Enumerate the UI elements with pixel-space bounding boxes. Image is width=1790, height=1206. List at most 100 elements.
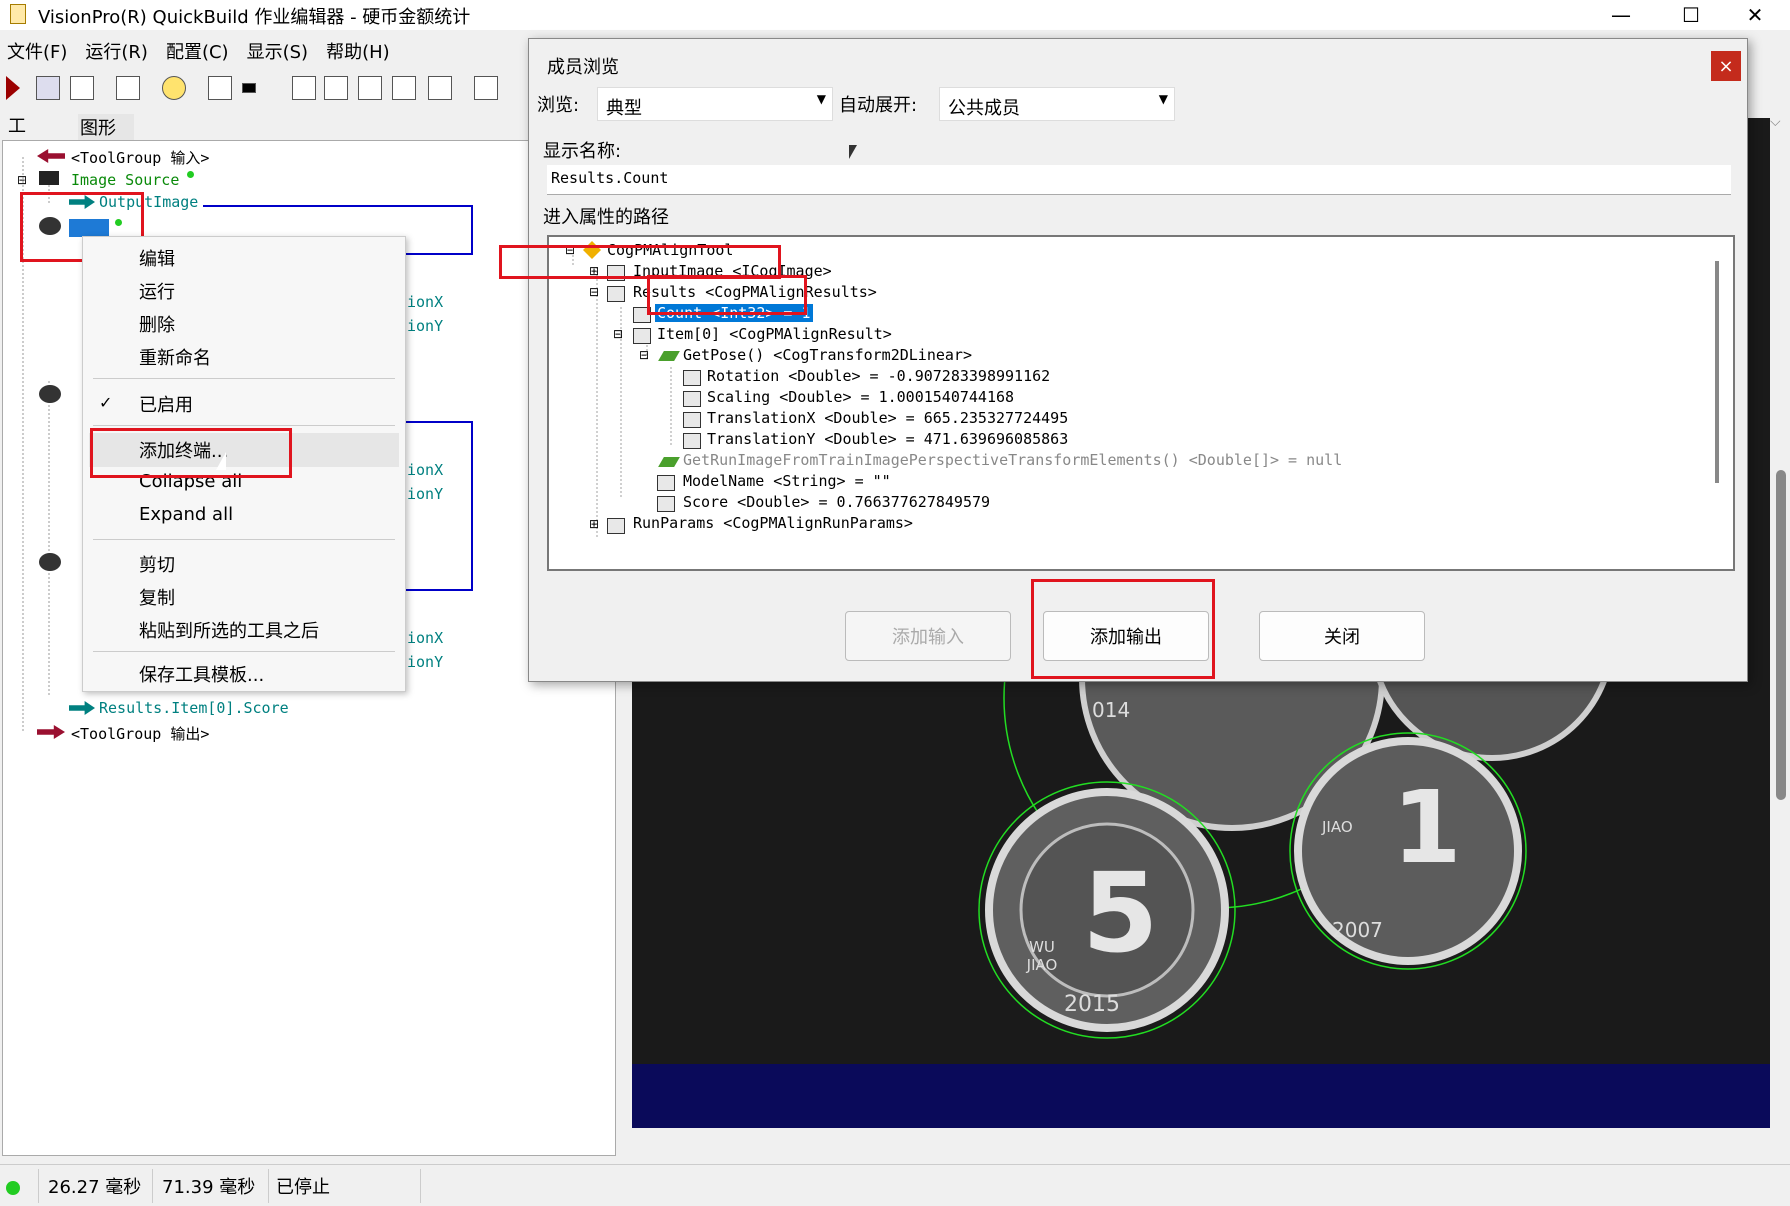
expand-select[interactable]: 公共成员 ▼ [939,87,1175,121]
property-icon [657,475,675,491]
dialog-close-button[interactable]: × [1711,51,1741,81]
link-bracket-4 [471,421,473,591]
tree-toolgroup-input[interactable]: <ToolGroup 输入> [71,147,209,168]
highlight-box-results [499,245,781,279]
tree-node-rotation[interactable]: Rotation <Double> = -0.907283398991162 [707,367,1050,385]
tree-scrollbar[interactable] [1715,261,1719,483]
toolbar-button-11[interactable] [428,76,452,100]
browse-select[interactable]: 典型 ▼ [597,87,833,121]
menu-item-paste-after[interactable]: 粘贴到所选的工具之后 [139,617,319,643]
property-icon [607,286,625,302]
scrollbar-thumb[interactable] [1776,470,1786,800]
tree-side-label: ionY [407,485,444,503]
minimize-button[interactable]: — [1586,0,1656,30]
chevron-down-icon: ▼ [816,92,826,106]
toolbar-button-10[interactable] [392,76,416,100]
tree-node-translationy[interactable]: TranslationY <Double> = 471.639696085863 [707,430,1068,448]
title-bar: VisionPro(R) QuickBuild 作业编辑器 - 硬币金额统计 —… [0,0,1790,30]
tree-node-scaling[interactable]: Scaling <Double> = 1.0001540744168 [707,388,1014,406]
expand-box[interactable]: ⊟ [17,173,27,187]
app-icon [10,4,26,24]
expand-box[interactable]: ⊞ [589,517,599,531]
expand-box[interactable]: ⊟ [639,348,649,362]
display-name-label: 显示名称: [543,141,622,162]
expand-box[interactable]: ⊟ [589,285,599,299]
path-label: 进入属性的路径 [543,207,669,228]
expand-value: 公共成员 [948,98,1020,119]
highlight-box-add-terminal [90,428,292,478]
status-state: 已停止 [276,1177,330,1198]
browse-label: 浏览: [537,95,580,116]
tree-node-translationx[interactable]: TranslationX <Double> = 665.235327724495 [707,409,1068,427]
tree-node-runparams[interactable]: RunParams <CogPMAlignRunParams> [633,514,913,532]
tree-node-modelname[interactable]: ModelName <String> = "" [683,472,891,490]
member-browser-dialog: 成员浏览 × 浏览: 典型 ▼ 自动展开: 公共成员 ▼ 显示名称: Resul… [499,38,1748,682]
pmalign-tool-icon [39,385,61,403]
menu-item-save-template[interactable]: 保存工具模板... [139,661,264,687]
highlight-box-add-output [1031,579,1215,679]
menu-view[interactable]: 显示(S) [247,38,308,64]
add-input-button[interactable]: 添加输入 [845,611,1011,661]
menu-item-enabled[interactable]: 已启用 [139,391,193,417]
tree-side-label: ionY [407,653,444,671]
menu-item-expand-all[interactable]: Expand all [139,504,233,525]
maximize-button[interactable]: ☐ [1656,0,1726,30]
toolbar-button-9[interactable] [358,76,382,100]
toolbar-button-2[interactable] [70,76,94,100]
toolbar-button-12[interactable] [474,76,498,100]
status-dot-icon [187,171,194,178]
status-divider [38,1169,39,1203]
tree-results-score[interactable]: Results.Item[0].Score [99,699,289,717]
menu-item-copy[interactable]: 复制 [139,584,175,610]
menu-item-delete[interactable]: 删除 [139,311,175,337]
status-bar: 26.27 毫秒 71.39 毫秒 已停止 [0,1164,1790,1206]
toolbar: ? [0,70,530,167]
menu-file[interactable]: 文件(F) [7,38,67,64]
property-icon [683,412,701,428]
tree-node-getrunimage[interactable]: GetRunImageFromTrainImagePerspectiveTran… [683,451,1342,469]
status-time-2: 71.39 毫秒 [162,1177,256,1198]
menu-separator [93,651,395,652]
tree-node-getpose[interactable]: GetPose() <CogTransform2DLinear> [683,346,972,364]
coin-label: JIAO [1322,818,1353,836]
menu-item-rename[interactable]: 重新命名 [139,344,211,370]
property-icon [683,370,701,386]
close-button[interactable]: 关闭 [1259,611,1425,661]
expand-label: 自动展开: [839,95,918,116]
menu-run[interactable]: 运行(R) [85,38,148,64]
close-window-button[interactable]: ✕ [1720,0,1790,30]
tree-toolgroup-output[interactable]: <ToolGroup 输出> [71,723,209,744]
pmalign-tool-icon [39,553,61,571]
expand-box[interactable]: ⊟ [613,327,623,341]
tree-node-score[interactable]: Score <Double> = 0.766377627849579 [683,493,990,511]
status-divider [152,1169,153,1203]
display-name-input[interactable]: Results.Count [547,165,1731,195]
tree-image-source[interactable]: Image Source [71,171,179,189]
chevron-down-icon[interactable]: ⌵ [1770,114,1781,130]
toolbar-button-6[interactable] [242,83,256,93]
menu-separator [93,378,395,379]
menu-item-edit[interactable]: 编辑 [139,245,175,271]
run-icon[interactable] [6,76,20,100]
coin-label: 5 [1082,849,1159,977]
tree-side-label: ionX [407,629,444,647]
coin-label: 2015 [1064,992,1120,1017]
menu-separator [93,425,395,426]
tree-node-item0[interactable]: Item[0] <CogPMAlignResult> [657,325,892,343]
toolbar-button-8[interactable] [324,76,348,100]
toolbar-button-7[interactable] [292,76,316,100]
tab-graphics[interactable]: 图形 [78,114,134,140]
menu-config[interactable]: 配置(C) [166,38,229,64]
link-bracket-2 [403,253,473,255]
toolbar-button-4[interactable] [162,76,186,100]
chevron-down-icon: ▼ [1158,92,1168,106]
menu-help[interactable]: 帮助(H) [326,38,390,64]
coin-label: WU JIAO [1026,938,1058,974]
toolbar-button-5[interactable] [208,76,232,100]
link-bracket-5 [403,589,473,591]
menu-item-run[interactable]: 运行 [139,278,175,304]
toolbar-button-1[interactable] [36,76,60,100]
menu-item-cut[interactable]: 剪切 [139,551,175,577]
toolbar-button-3[interactable] [116,76,140,100]
window-title: VisionPro(R) QuickBuild 作业编辑器 - 硬币金额统计 [38,7,471,28]
